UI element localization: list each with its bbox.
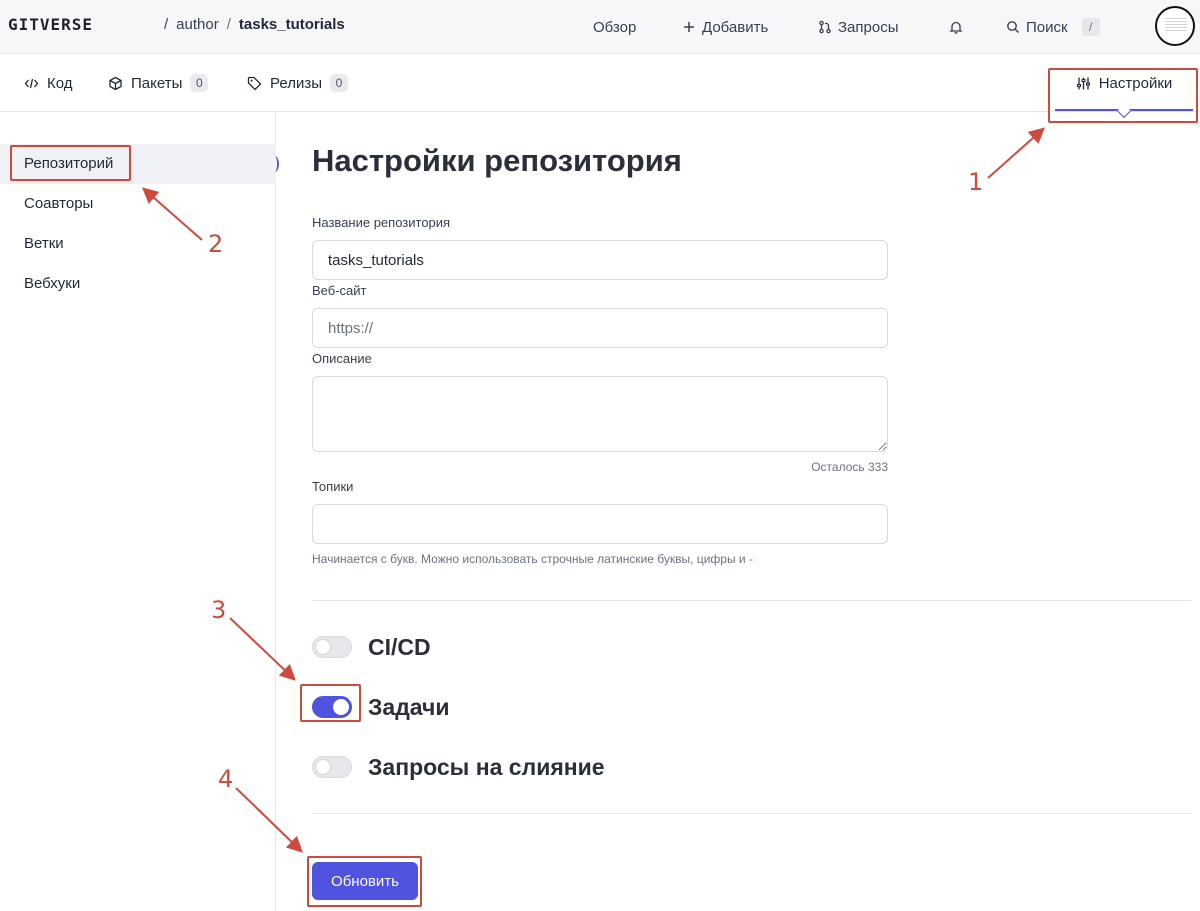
tab-code[interactable]: Код — [24, 55, 73, 111]
description-label: Описание — [312, 351, 372, 366]
repo-name-label: Название репозитория — [312, 215, 451, 230]
annotation-box-repository — [10, 145, 131, 181]
tag-icon — [247, 76, 262, 90]
nav-search-label: Поиск — [1026, 18, 1068, 36]
avatar[interactable] — [1155, 6, 1195, 46]
toggle-row-merge-requests: Запросы на слияние — [312, 752, 605, 782]
breadcrumb-owner[interactable]: author — [176, 16, 219, 33]
sidebar-item-webhooks[interactable]: Вебхуки — [0, 264, 276, 304]
breadcrumb-separator: / — [164, 16, 169, 33]
notifications-button[interactable] — [949, 0, 963, 54]
tab-code-label: Код — [47, 74, 73, 92]
nav-overview-label: Обзор — [593, 18, 637, 36]
top-bar: GITVERSE / author / tasks_tutorials Обзо… — [0, 0, 1200, 54]
search-icon — [1007, 21, 1019, 33]
tab-packages[interactable]: Пакеты 0 — [108, 55, 209, 111]
plus-icon — [684, 22, 694, 32]
nav-add-label: Добавить — [702, 18, 769, 36]
tab-releases[interactable]: Релизы 0 — [247, 55, 348, 111]
website-label: Веб-сайт — [312, 283, 367, 298]
description-textarea[interactable] — [312, 376, 888, 452]
breadcrumb: / author / tasks_tutorials — [164, 16, 345, 33]
tasks-toggle-label: Задачи — [368, 693, 450, 720]
breadcrumb-repo[interactable]: tasks_tutorials — [239, 16, 345, 33]
topics-label: Топики — [312, 479, 354, 494]
breadcrumb-separator: / — [226, 16, 231, 33]
remaining-characters: Осталось 333 — [811, 460, 888, 474]
topics-hint: Начинается с букв. Можно использовать ст… — [312, 552, 753, 566]
nav-requests-label: Запросы — [838, 18, 899, 36]
tab-packages-label: Пакеты — [131, 74, 183, 92]
annotation-number: 4 — [218, 765, 234, 793]
annotation-box-settings — [1048, 68, 1198, 123]
page-title: Настройки репозитория — [312, 143, 682, 178]
website-input[interactable] — [312, 308, 888, 348]
merge-requests-toggle-label: Запросы на слияние — [368, 753, 605, 780]
bell-icon — [949, 21, 963, 34]
cicd-toggle-label: CI/CD — [368, 633, 431, 660]
annotation-number: 3 — [211, 596, 227, 624]
annotation-number: 2 — [208, 230, 224, 258]
annotation-box-update-button — [307, 856, 422, 907]
repo-tabs: Код Пакеты 0 Релизы 0 Настройки — [0, 55, 1200, 119]
divider — [312, 813, 1192, 814]
toggle-knob — [315, 759, 331, 775]
divider — [312, 600, 1192, 601]
pull-request-icon — [819, 20, 831, 34]
repo-name-input[interactable] — [312, 240, 888, 280]
sidebar-item-collaborators[interactable]: Соавторы — [0, 184, 276, 224]
nav-overview[interactable]: Обзор — [593, 0, 636, 54]
annotation-box-tasks-toggle — [300, 684, 361, 722]
merge-requests-toggle[interactable] — [312, 756, 352, 778]
toggle-row-cicd: CI/CD — [312, 632, 431, 662]
settings-sidebar: Репозиторий Соавторы Ветки Вебхуки — [0, 112, 279, 911]
packages-count-badge: 0 — [190, 74, 209, 92]
sidebar-item-branches[interactable]: Ветки — [0, 224, 276, 264]
package-icon — [109, 76, 122, 90]
nav-requests[interactable]: Запросы — [818, 0, 899, 54]
code-icon — [24, 78, 39, 88]
search-shortcut-badge: / — [1081, 18, 1100, 36]
gitverse-logo[interactable]: GITVERSE — [8, 15, 93, 34]
nav-add[interactable]: Добавить — [682, 0, 768, 54]
releases-count-badge: 0 — [329, 74, 348, 92]
tab-releases-label: Релизы — [270, 74, 322, 92]
toggle-knob — [315, 639, 331, 655]
arrow-1 — [987, 127, 1045, 179]
topics-input[interactable] — [312, 504, 888, 544]
nav-search[interactable]: Поиск / — [1006, 0, 1100, 54]
cicd-toggle[interactable] — [312, 636, 352, 658]
annotation-number: 1 — [968, 168, 984, 196]
